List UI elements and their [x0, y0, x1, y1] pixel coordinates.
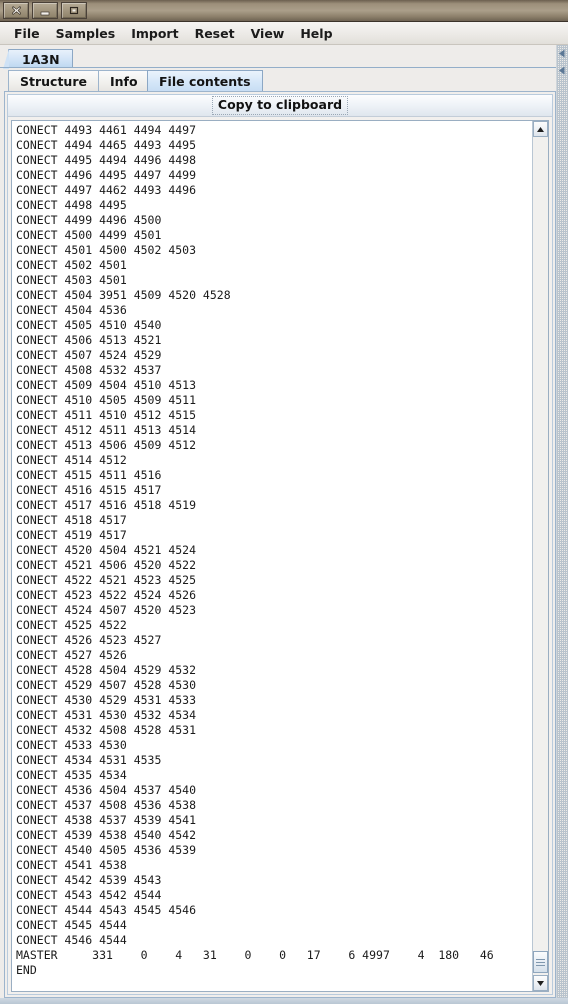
file-text-line: CONECT 4501 4500 4502 4503	[16, 243, 197, 257]
file-text-line: CONECT 4498 4495	[16, 198, 127, 212]
application-window: File Samples Import Reset View Help 1A3N…	[0, 0, 568, 1004]
menu-item-view[interactable]: View	[243, 24, 293, 43]
file-text-line: CONECT 4493 4461 4494 4497	[16, 123, 197, 137]
file-text-line: CONECT 4543 4542 4544	[16, 888, 162, 902]
file-text-line: CONECT 4527 4526	[16, 648, 127, 662]
menubar: File Samples Import Reset View Help	[0, 22, 568, 45]
window-scroll-up-arrow-icon[interactable]	[556, 45, 568, 62]
file-text-line: CONECT 4545 4544	[16, 918, 127, 932]
scroll-up-arrow-icon[interactable]	[533, 121, 548, 137]
secondary-tab-bar: Structure Info File contents	[4, 70, 556, 92]
file-text-line: CONECT 4521 4506 4520 4522	[16, 558, 197, 572]
file-text-line: CONECT 4495 4494 4496 4498	[16, 153, 197, 167]
file-text-line: CONECT 4523 4522 4524 4526	[16, 588, 197, 602]
file-text-line: CONECT 4529 4507 4528 4530	[16, 678, 197, 692]
file-text-line: CONECT 4526 4523 4527	[16, 633, 162, 647]
file-text-line: CONECT 4511 4510 4512 4515	[16, 408, 197, 422]
close-icon[interactable]	[3, 2, 29, 19]
file-text-line: CONECT 4505 4510 4540	[16, 318, 162, 332]
file-text-line: CONECT 4517 4516 4518 4519	[16, 498, 197, 512]
file-text-line: CONECT 4546 4544	[16, 933, 127, 947]
file-text-line: CONECT 4538 4537 4539 4541	[16, 813, 197, 827]
file-text-line: MASTER 331 0 4 31 0 0 17 6 4997 4 180 46	[16, 948, 494, 962]
text-vertical-scrollbar[interactable]	[532, 121, 548, 991]
window-bottom-border	[0, 998, 568, 1004]
file-text-line: CONECT 4522 4521 4523 4525	[16, 573, 197, 587]
file-text-line: CONECT 4499 4496 4500	[16, 213, 162, 227]
file-text-line: CONECT 4508 4532 4537	[16, 363, 162, 377]
menu-item-import[interactable]: Import	[123, 24, 186, 43]
window-vertical-scrollbar[interactable]	[556, 45, 568, 1004]
file-text-line: CONECT 4540 4505 4536 4539	[16, 843, 197, 857]
file-text-line: CONECT 4544 4543 4545 4546	[16, 903, 197, 917]
file-contents-panel: Copy to clipboard CONECT 4493 4461 4494 …	[4, 91, 556, 998]
file-text-line: CONECT 4541 4538	[16, 858, 127, 872]
file-text-line: CONECT 4525 4522	[16, 618, 127, 632]
menu-item-samples[interactable]: Samples	[48, 24, 124, 43]
file-text-line: CONECT 4534 4531 4535	[16, 753, 162, 767]
tab-info[interactable]: Info	[98, 70, 150, 92]
file-text-line: CONECT 4542 4539 4543	[16, 873, 162, 887]
file-text-line: CONECT 4496 4495 4497 4499	[16, 168, 197, 182]
window-titlebar	[0, 0, 568, 22]
file-text-line: CONECT 4503 4501	[16, 273, 127, 287]
file-text-line: CONECT 4518 4517	[16, 513, 127, 527]
file-text-line: CONECT 4510 4505 4509 4511	[16, 393, 197, 407]
file-text-line: CONECT 4515 4511 4516	[16, 468, 162, 482]
window-scroll-arrows	[556, 45, 568, 79]
tab-file-contents[interactable]: File contents	[147, 70, 263, 92]
tab-structure-label: Structure	[20, 74, 87, 89]
primary-tab-underline	[0, 67, 556, 69]
scrollbar-thumb[interactable]	[533, 951, 548, 973]
file-text-line: CONECT 4504 3951 4509 4520 4528	[16, 288, 231, 302]
file-text-line: CONECT 4535 4534	[16, 768, 127, 782]
file-contents-inner: Copy to clipboard CONECT 4493 4461 4494 …	[7, 94, 553, 995]
menu-item-file[interactable]: File	[6, 24, 48, 43]
file-text-line: CONECT 4533 4530	[16, 738, 127, 752]
tab-1a3n[interactable]: 1A3N	[3, 49, 73, 69]
file-text-line: CONECT 4537 4508 4536 4538	[16, 798, 197, 812]
file-text-line: CONECT 4514 4512	[16, 453, 127, 467]
file-text-line: CONECT 4524 4507 4520 4523	[16, 603, 197, 617]
file-text-line: CONECT 4502 4501	[16, 258, 127, 272]
minimize-icon[interactable]	[32, 2, 58, 19]
window-scroll-down-arrow-icon[interactable]	[556, 62, 568, 79]
file-text-line: CONECT 4509 4504 4510 4513	[16, 378, 197, 392]
tab-1a3n-label: 1A3N	[22, 51, 60, 67]
scroll-down-arrow-icon[interactable]	[533, 975, 548, 991]
primary-tab-bar: 1A3N	[0, 47, 556, 69]
file-text-line: CONECT 4497 4462 4493 4496	[16, 183, 197, 197]
file-text-line: CONECT 4507 4524 4529	[16, 348, 162, 362]
maximize-icon[interactable]	[61, 2, 87, 19]
menu-item-reset[interactable]: Reset	[187, 24, 243, 43]
file-text-line: CONECT 4531 4530 4532 4534	[16, 708, 197, 722]
file-text-line: CONECT 4516 4515 4517	[16, 483, 162, 497]
file-text-line: CONECT 4504 4536	[16, 303, 127, 317]
thumb-grip-line	[536, 958, 545, 960]
file-text-line: CONECT 4506 4513 4521	[16, 333, 162, 347]
tab-structure[interactable]: Structure	[8, 70, 99, 92]
thumb-grip-line	[536, 961, 545, 963]
file-text-line: END	[16, 963, 37, 977]
scrollbar-track[interactable]	[533, 137, 548, 975]
tab-file-contents-label: File contents	[159, 74, 251, 89]
file-text-viewer: CONECT 4493 4461 4494 4497 CONECT 4494 44…	[11, 120, 549, 992]
copy-to-clipboard-button[interactable]: Copy to clipboard	[211, 96, 349, 115]
file-text-line: CONECT 4536 4504 4537 4540	[16, 783, 197, 797]
tab-info-label: Info	[110, 74, 138, 89]
file-text-line: CONECT 4528 4504 4529 4532	[16, 663, 197, 677]
thumb-grip-line	[536, 964, 545, 966]
file-text-line: CONECT 4494 4465 4493 4495	[16, 138, 197, 152]
copy-toolbar: Copy to clipboard	[8, 95, 552, 117]
file-text-line: CONECT 4532 4508 4528 4531	[16, 723, 197, 737]
file-text-line: CONECT 4500 4499 4501	[16, 228, 162, 242]
file-text-line: CONECT 4520 4504 4521 4524	[16, 543, 197, 557]
file-text-line: CONECT 4513 4506 4509 4512	[16, 438, 197, 452]
menu-item-help[interactable]: Help	[292, 24, 340, 43]
file-text-line: CONECT 4519 4517	[16, 528, 127, 542]
file-text-line: CONECT 4530 4529 4531 4533	[16, 693, 197, 707]
file-text-line: CONECT 4539 4538 4540 4542	[16, 828, 197, 842]
file-text-content[interactable]: CONECT 4493 4461 4494 4497 CONECT 4494 44…	[12, 121, 532, 991]
file-text-line: CONECT 4512 4511 4513 4514	[16, 423, 197, 437]
